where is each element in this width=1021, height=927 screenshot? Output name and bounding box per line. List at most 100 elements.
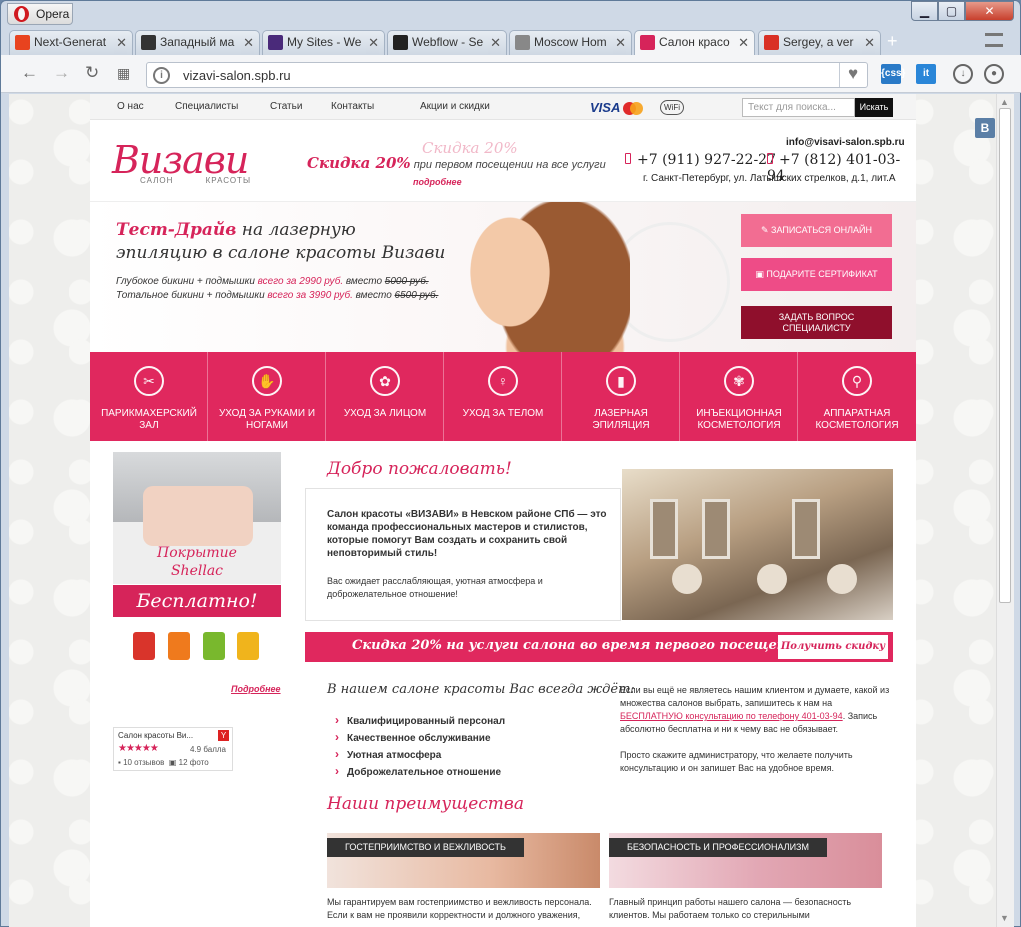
welcome-heading: Добро пожаловать! <box>327 459 512 479</box>
category-label: УХОД ЗА ТЕЛОМ <box>462 408 544 419</box>
shellac-line-2: Shellac <box>170 563 224 579</box>
tab-title: Салон красо <box>659 35 730 49</box>
review-counts: ▪ 10 отзывов ▣ 12 фото <box>118 758 209 767</box>
nav-articles[interactable]: Статьи <box>270 101 302 112</box>
tab-close-icon[interactable]: ✕ <box>862 31 875 54</box>
category-item-2[interactable]: ✋ УХОД ЗА РУКАМИ И НОГАМИ <box>208 352 326 441</box>
close-window-button[interactable]: ✕ <box>965 1 1014 21</box>
welcome-box: Салон красоты «ВИЗАВИ» в Невском районе … <box>305 488 621 621</box>
offer-1-old-price: 5000 руб. <box>384 276 429 287</box>
tab-4[interactable]: Webflow - Se ✕ <box>387 30 507 55</box>
category-item-3[interactable]: ✿ УХОД ЗА ЛИЦОМ <box>326 352 444 441</box>
download-icon[interactable]: ↓ <box>953 64 973 84</box>
tab-menu-icon[interactable] <box>985 33 1003 47</box>
salon-mirror <box>702 499 730 559</box>
photo-count[interactable]: 12 фото <box>179 758 209 767</box>
account-icon[interactable]: ● <box>984 64 1004 84</box>
new-tab-plus-icon[interactable]: + <box>887 31 898 51</box>
yandex-icon: Y <box>218 730 229 741</box>
category-item-1[interactable]: ✂ ПАРИКМАХЕРСКИЙ ЗАЛ <box>90 352 208 441</box>
category-label: УХОД ЗА РУКАМИ И НОГАМИ <box>218 408 316 431</box>
scroll-down-arrow-icon[interactable]: ▼ <box>1000 913 1009 923</box>
hero-title-em: Тест-Драйв <box>116 220 237 240</box>
gift-certificate-button[interactable]: ▣ ПОДАРИТЕ СЕРТИФИКАТ <box>741 258 892 291</box>
site-logo-subtitle: САЛОН КРАСОТЫ <box>140 176 251 185</box>
vk-share-icon[interactable]: B <box>975 118 995 138</box>
tab-close-icon[interactable]: ✕ <box>488 31 501 54</box>
category-label: УХОД ЗА ЛИЦОМ <box>343 408 427 419</box>
expect-heading: В нашем салоне красоты Вас всегда ждёт: <box>327 682 635 697</box>
free-consultation-link[interactable]: БЕСПЛАТНУЮ консультацию по телефону 401-… <box>620 711 843 721</box>
book-online-button[interactable]: ✎ ЗАПИСАТЬСЯ ОНЛАЙН <box>741 214 892 247</box>
gift-icon: ▣ <box>755 269 767 279</box>
advantage-card-hospitality[interactable]: ГОСТЕПРИИМСТВО И ВЕЖЛИВОСТЬ <box>327 833 600 888</box>
promo-more-link[interactable]: подробнее <box>413 177 462 187</box>
minimize-button[interactable]: ▁ <box>911 1 938 21</box>
device-icon: ⚲ <box>842 366 872 396</box>
advantage-card-safety[interactable]: БЕЗОПАСНОСТЬ И ПРОФЕССИОНАЛИЗМ <box>609 833 882 888</box>
scissors-icon: ✂ <box>134 366 164 396</box>
nav-promotions[interactable]: Акции и скидки <box>420 101 490 112</box>
offer-1-text: Глубокое бикини + подмышки <box>116 276 258 287</box>
site-search-button[interactable]: Искать <box>855 98 893 117</box>
site-search-input[interactable]: Текст для поиска... <box>742 98 855 117</box>
pencil-icon: ✎ <box>760 225 772 235</box>
scroll-up-arrow-icon[interactable]: ▲ <box>1000 97 1009 107</box>
consultation-text-a: Если вы ещё не являетесь нашим клиентом … <box>620 685 890 708</box>
discount-text: Скидка 20% на услуги салона во время пер… <box>352 638 806 653</box>
tab-5[interactable]: Moscow Hom ✕ <box>509 30 632 55</box>
category-item-5[interactable]: ▮ ЛАЗЕРНАЯ ЭПИЛЯЦИЯ <box>562 352 680 441</box>
url-text[interactable]: vizavi-salon.spb.ru <box>183 68 291 83</box>
maximize-button[interactable]: ▢ <box>938 1 965 21</box>
category-menu: ✂ ПАРИКМАХЕРСКИЙ ЗАЛ ✋ УХОД ЗА РУКАМИ И НОГ… <box>90 352 916 441</box>
category-item-7[interactable]: ⚲ АППАРАТНАЯ КОСМЕТОЛОГИЯ <box>798 352 916 441</box>
nav-about[interactable]: О нас <box>117 101 144 112</box>
advantage-text: Мы гарантируем вам гостеприимство и вежл… <box>327 897 592 920</box>
bookmark-heart-icon[interactable]: ♥ <box>848 64 858 84</box>
phone-icon <box>625 153 631 164</box>
phone-mobile[interactable]: +7 (911) 927-22-27 <box>625 152 776 168</box>
offer-2-old-price: 6500 руб. <box>394 290 439 301</box>
css-extension-icon[interactable]: {css} <box>881 64 905 84</box>
site-info-icon[interactable]: i <box>153 67 170 84</box>
header-email[interactable]: info@visavi-salon.spb.ru <box>786 137 905 148</box>
speed-dial-grid-icon[interactable]: ▦ <box>117 63 130 83</box>
tab-close-icon[interactable]: ✕ <box>114 31 127 54</box>
reload-icon[interactable]: ↻ <box>85 63 99 83</box>
opera-menu-button[interactable]: Opera <box>7 3 73 25</box>
tab-2[interactable]: Западный ма ✕ <box>135 30 260 55</box>
category-item-6[interactable]: ✾ ИНЪЕКЦИОННАЯ КОСМЕТОЛОГИЯ <box>680 352 798 441</box>
yandex-review-widget[interactable]: Салон красоты Ви... Y ★★★★★ 4.9 балла ▪ … <box>113 727 233 771</box>
it-extension-icon[interactable]: it <box>916 64 936 84</box>
nav-contacts[interactable]: Контакты <box>331 101 374 112</box>
hero-offer-1: Глубокое бикини + подмышки всего за 2990… <box>116 276 429 287</box>
tab-close-icon[interactable]: ✕ <box>736 31 749 54</box>
forward-arrow-icon[interactable]: → <box>53 63 70 83</box>
tab-3[interactable]: My Sites - We ✕ <box>262 30 385 55</box>
review-count[interactable]: 10 отзывов <box>123 758 164 767</box>
gmail-favicon <box>764 35 779 50</box>
category-label: ПАРИКМАХЕРСКИЙ ЗАЛ <box>101 408 197 431</box>
ask-specialist-button[interactable]: ЗАДАТЬ ВОПРОС СПЕЦИАЛИСТУ <box>741 306 892 339</box>
salon-chair <box>757 564 787 594</box>
nav-specialists[interactable]: Специалисты <box>175 101 238 112</box>
tab-close-icon[interactable]: ✕ <box>613 31 626 54</box>
tab-close-icon[interactable]: ✕ <box>241 31 254 54</box>
review-title: Салон красоты Ви... <box>118 731 194 740</box>
tab-7[interactable]: Sergey, a ver ✕ <box>758 30 881 55</box>
advantages-heading: Наши преимущества <box>327 794 524 814</box>
category-item-4[interactable]: ♀ УХОД ЗА ТЕЛОМ <box>444 352 562 441</box>
scrollbar-thumb[interactable] <box>999 108 1011 603</box>
tab-close-icon[interactable]: ✕ <box>366 31 379 54</box>
address-bar[interactable]: i vizavi-salon.spb.ru ♥ <box>146 62 868 88</box>
shellac-more-link[interactable]: Подробнее <box>231 684 281 694</box>
back-arrow-icon[interactable]: ← <box>21 63 38 83</box>
welcome-text: Вас ожидает расслабляющая, уютная атмосф… <box>327 576 543 599</box>
get-discount-button[interactable]: Получить скидку <box>778 635 888 659</box>
offer-2-price: всего за 3990 руб. <box>267 290 353 301</box>
tab-1[interactable]: Next-Generat ✕ <box>9 30 133 55</box>
tab-6[interactable]: Салон красо ✕ <box>634 30 755 55</box>
site-top-nav: О нас Специалисты Статьи Контакты Акции … <box>90 94 916 120</box>
shellac-banner[interactable]: Покрытие Shellac Бесплатно! Подробнее <box>113 452 281 701</box>
category-label: ЛАЗЕРНАЯ ЭПИЛЯЦИЯ <box>592 408 650 431</box>
